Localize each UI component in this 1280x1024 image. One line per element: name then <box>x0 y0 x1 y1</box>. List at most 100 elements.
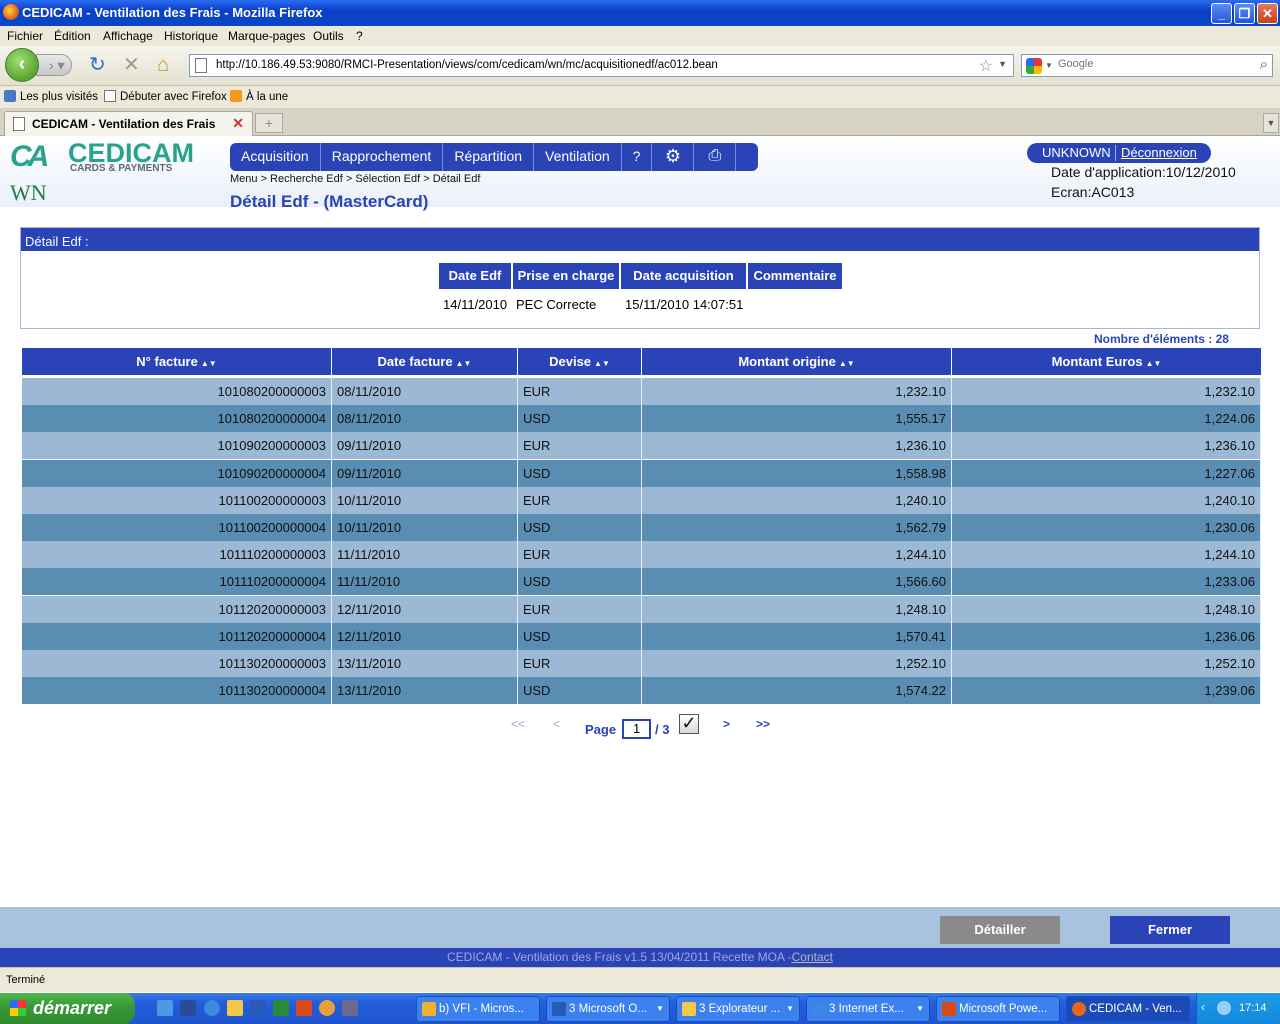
url-bar[interactable]: http://10.186.49.53:9080/RMCI-Presentati… <box>189 54 1014 77</box>
word-icon <box>552 1002 566 1016</box>
home-icon[interactable]: ⌂ <box>157 54 169 76</box>
taskbar-item-explorer[interactable]: 3 Explorateur ... ▼ <box>676 996 800 1022</box>
quicklaunch-word-icon[interactable] <box>250 1000 266 1016</box>
col-header-label: Date facture <box>377 354 453 369</box>
cell-montant-euros: 1,252.10 <box>952 650 1261 677</box>
google-icon[interactable] <box>1026 58 1042 74</box>
maximize-button[interactable]: ❐ <box>1234 3 1255 24</box>
sort-icon[interactable]: ▲▼ <box>839 359 855 368</box>
minimize-button[interactable]: _ <box>1211 3 1232 24</box>
last-page-link[interactable]: >> <box>756 717 770 731</box>
quicklaunch-folder-icon[interactable] <box>227 1000 243 1016</box>
fermer-button[interactable]: Fermer <box>1110 916 1230 944</box>
start-button[interactable]: démarrer <box>0 993 135 1024</box>
page-total: / 3 <box>655 722 670 737</box>
back-button[interactable]: ‹ <box>5 48 39 82</box>
quicklaunch-firefox-icon[interactable] <box>157 1000 173 1016</box>
sort-icon[interactable]: ▲▼ <box>201 359 217 368</box>
stop-icon[interactable]: ✕ <box>123 54 140 76</box>
menu-marque-pages[interactable]: Marque-pages <box>228 29 305 43</box>
col-header-montant-euros[interactable]: Montant Euros ▲▼ <box>952 348 1261 375</box>
col-header-devise[interactable]: Devise ▲▼ <box>518 348 641 375</box>
page-number-input[interactable]: 1 <box>622 719 651 739</box>
cell-facture: 101130200000003 <box>22 650 332 677</box>
taskbar-item-ie[interactable]: 3 Internet Ex... ▼ <box>806 996 930 1022</box>
taskbar-item-vfi[interactable]: b) VFI - Micros... <box>416 996 540 1022</box>
menu-ventilation[interactable]: Ventilation <box>534 143 622 171</box>
network-icon[interactable] <box>1217 1001 1231 1015</box>
settings-gear-icon[interactable]: ⚙ <box>652 143 695 171</box>
menu-help[interactable]: ? <box>622 143 653 171</box>
menu-repartition[interactable]: Répartition <box>443 143 535 171</box>
next-page-link[interactable]: > <box>723 717 730 731</box>
close-window-button[interactable]: ✕ <box>1257 3 1278 24</box>
print-icon[interactable]: ⎙ <box>694 143 737 171</box>
cell-montant-origine: 1,555.17 <box>642 405 952 433</box>
first-page-link[interactable]: << <box>511 717 525 731</box>
menu-affichage[interactable]: Affichage <box>103 29 153 43</box>
go-checkbox-icon[interactable]: ✓ <box>679 714 699 734</box>
detailler-button[interactable]: Détailler <box>940 916 1060 944</box>
taskbar-item-powerpoint[interactable]: Microsoft Powe... <box>936 996 1060 1022</box>
col-header-facture[interactable]: N° facture ▲▼ <box>22 348 331 375</box>
quicklaunch-excel-icon[interactable] <box>273 1000 289 1016</box>
prev-page-link[interactable]: < <box>553 717 560 731</box>
menu-help[interactable]: ? <box>356 29 363 43</box>
table-row[interactable]: 101080200000004 08/11/2010 USD 1,555.17 1,22… <box>22 405 1261 433</box>
tab-cedicam[interactable]: CEDICAM - Ventilation des Frais ✕ <box>4 111 253 136</box>
close-tab-icon[interactable]: ✕ <box>232 115 244 132</box>
quicklaunch-app-icon[interactable] <box>342 1000 358 1016</box>
reload-icon[interactable]: ↻ <box>89 54 106 76</box>
logout-link[interactable]: Déconnexion <box>1121 145 1197 160</box>
quicklaunch-ie-icon[interactable] <box>204 1000 220 1016</box>
taskbar-item-word[interactable]: 3 Microsoft O... ▼ <box>546 996 670 1022</box>
bookmark-label: À la une <box>246 91 289 103</box>
table-row[interactable]: 101110200000003 11/11/2010 EUR 1,244.10 1,24… <box>22 541 1261 569</box>
search-icon[interactable]: ⌕ <box>1260 56 1268 73</box>
quicklaunch-desktop-icon[interactable] <box>180 1000 196 1016</box>
search-input[interactable] <box>1058 58 1248 70</box>
url-dropdown-icon[interactable]: ▼ <box>998 59 1007 69</box>
table-row[interactable]: 101110200000004 11/11/2010 USD 1,566.60 1,23… <box>22 568 1261 596</box>
contact-link[interactable]: Contact <box>792 950 833 964</box>
table-row[interactable]: 101130200000004 13/11/2010 USD 1,574.22 1,23… <box>22 677 1261 705</box>
sort-icon[interactable]: ▲▼ <box>1146 359 1162 368</box>
col-header-label: Devise <box>549 354 592 369</box>
table-row[interactable]: 101100200000004 10/11/2010 USD 1,562.79 1,23… <box>22 514 1261 541</box>
cell-devise: USD <box>518 514 642 541</box>
table-row[interactable]: 101120200000003 12/11/2010 EUR 1,248.10 1,24… <box>22 595 1261 623</box>
table-row[interactable]: 101090200000004 09/11/2010 USD 1,558.98 1,22… <box>22 459 1261 487</box>
table-row[interactable]: 101120200000004 12/11/2010 USD 1,570.41 1,23… <box>22 622 1261 650</box>
menu-fichier[interactable]: Fichier <box>7 29 43 43</box>
new-tab-button[interactable]: + <box>255 113 283 133</box>
powerpoint-icon <box>942 1002 956 1016</box>
search-engine-dropdown-icon[interactable]: ▼ <box>1045 61 1053 70</box>
tab-list-button[interactable]: ▼ <box>1263 113 1279 133</box>
quicklaunch-powerpoint-icon[interactable] <box>296 1000 312 1016</box>
table-row[interactable]: 101080200000003 08/11/2010 EUR 1,232.10 1,23… <box>22 378 1261 405</box>
bookmark-star-icon[interactable]: ☆ <box>979 56 993 76</box>
cell-date-facture: 11/11/2010 <box>332 541 518 569</box>
table-row[interactable]: 101090200000003 09/11/2010 EUR 1,236.10 1,23… <box>22 432 1261 460</box>
table-row[interactable]: 101130200000003 13/11/2010 EUR 1,252.10 1,25… <box>22 650 1261 677</box>
col-header-montant-origine[interactable]: Montant origine ▲▼ <box>642 348 951 375</box>
cell-montant-origine: 1,236.10 <box>642 432 952 460</box>
menu-rapprochement[interactable]: Rapprochement <box>321 143 444 171</box>
menu-edition[interactable]: Édition <box>54 29 91 43</box>
cell-date-facture: 08/11/2010 <box>332 378 518 405</box>
table-row[interactable]: 101100200000003 10/11/2010 EUR 1,240.10 1,24… <box>22 486 1261 514</box>
quicklaunch-outlook-icon[interactable] <box>319 1000 335 1016</box>
bookmark-getting-started[interactable]: Débuter avec Firefox <box>104 90 227 103</box>
sort-icon[interactable]: ▲▼ <box>594 359 610 368</box>
sort-icon[interactable]: ▲▼ <box>456 359 472 368</box>
forward-button[interactable]: › ▾ <box>36 54 72 76</box>
menu-historique[interactable]: Historique <box>164 29 218 43</box>
bookmark-news[interactable]: À la une <box>230 90 288 103</box>
tray-expand-icon[interactable]: ‹ <box>1201 1000 1205 1014</box>
col-header-date-facture[interactable]: Date facture ▲▼ <box>332 348 517 375</box>
menu-outils[interactable]: Outils <box>313 29 344 43</box>
bookmark-most-visited[interactable]: Les plus visités <box>4 90 98 103</box>
taskbar-item-cedicam[interactable]: CEDICAM - Ven... <box>1066 996 1190 1022</box>
search-box[interactable]: ▼ ⌕ <box>1021 54 1273 77</box>
menu-acquisition[interactable]: Acquisition <box>230 143 321 171</box>
